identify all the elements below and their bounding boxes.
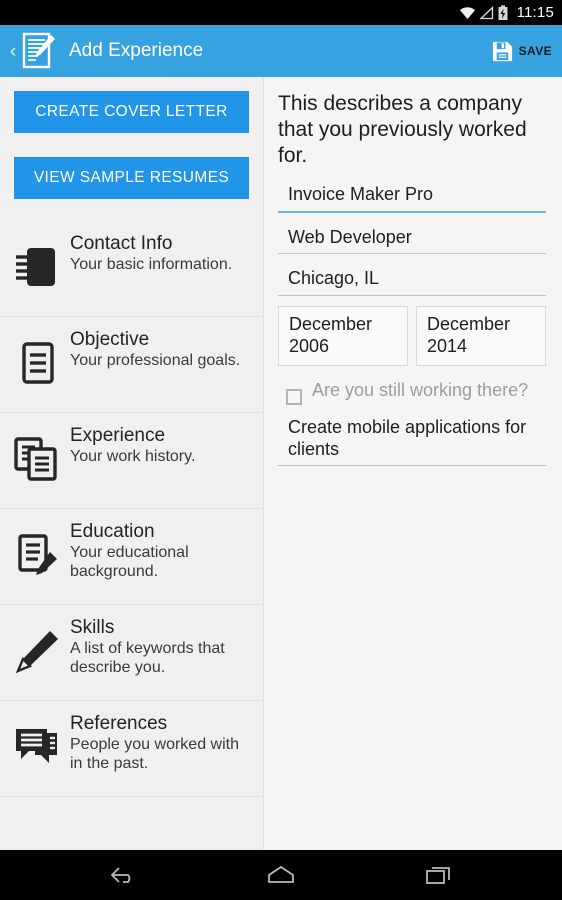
sidebar-item-objective[interactable]: Objective Your professional goals. (0, 317, 263, 413)
description-field[interactable]: Create mobile applications for clients (278, 413, 546, 466)
document-lines-icon (10, 335, 66, 391)
end-date-value: December 2014 (427, 313, 511, 357)
main-content: CREATE COVER LETTER VIEW SAMPLE RESUMES (0, 77, 562, 875)
nav-home-button[interactable] (257, 855, 305, 895)
sidebar-item-title: References (70, 713, 168, 734)
sidebar-item-title: Experience (70, 425, 166, 446)
view-sample-resumes-button[interactable]: VIEW SAMPLE RESUMES (14, 157, 249, 199)
company-field[interactable]: Invoice Maker Pro (278, 180, 546, 213)
sidebar-item-title: Objective (70, 329, 150, 350)
date-range-group: December 2006 December 2014 (278, 305, 546, 366)
location-field[interactable]: Chicago, IL (278, 264, 546, 296)
battery-charging-icon (498, 4, 508, 20)
document-pencil-icon (22, 32, 55, 69)
job-title-field-value: Web Developer (288, 226, 412, 247)
sidebar-item-title: Contact Info (70, 233, 173, 254)
signal-icon (478, 5, 493, 19)
sidebar-item-text: References People you worked with in the… (66, 713, 253, 774)
sidebar-item-text: Education Your educational background. (66, 521, 253, 582)
sidebar-item-references[interactable]: References People you worked with in the… (0, 701, 263, 797)
create-cover-letter-button[interactable]: CREATE COVER LETTER (14, 91, 249, 133)
sidebar-item-subtitle: Your basic information. (70, 255, 233, 273)
nav-back-button[interactable] (99, 855, 147, 895)
sidebar-item-subtitle: Your educational background. (70, 543, 189, 580)
experience-form: This describes a company that you previo… (264, 77, 562, 875)
sidebar-item-text: Objective Your professional goals. (66, 329, 253, 371)
address-book-icon (10, 239, 66, 295)
pencil-icon (10, 623, 66, 679)
floppy-disk-icon (492, 41, 512, 61)
save-button[interactable]: SAVE (491, 40, 552, 63)
sidebar-item-subtitle: People you worked with in the past. (70, 735, 239, 772)
wifi-icon (459, 6, 475, 19)
status-time: 11:15 (516, 4, 554, 21)
document-pencil-icon (10, 527, 66, 583)
save-button-label: SAVE (518, 44, 552, 58)
back-arrow-icon (110, 867, 131, 883)
sidebar-item-experience[interactable]: Experience Your work history. (0, 413, 263, 509)
sidebar-item-text: Contact Info Your basic information. (66, 233, 253, 275)
app-bar: ‹ Add Experience SAVE (0, 25, 562, 77)
sidebar-item-skills[interactable]: Skills A list of keywords that describe … (0, 605, 263, 701)
sidebar: CREATE COVER LETTER VIEW SAMPLE RESUMES (0, 77, 264, 875)
nav-recents-button[interactable] (415, 855, 463, 895)
android-navigation-bar (0, 850, 562, 900)
stacked-documents-icon (10, 431, 66, 487)
home-icon (268, 865, 294, 883)
location-field-value: Chicago, IL (288, 268, 380, 289)
back-chevron-icon[interactable]: ‹ (6, 42, 20, 61)
job-title-field[interactable]: Web Developer (278, 223, 546, 255)
company-field-value: Invoice Maker Pro (288, 184, 434, 205)
end-date-picker[interactable]: December 2014 (416, 305, 546, 366)
recents-icon (426, 867, 450, 884)
speech-bubbles-icon (10, 719, 66, 775)
sidebar-item-subtitle: Your professional goals. (70, 351, 241, 369)
sidebar-item-title: Education (70, 521, 155, 542)
sidebar-list: Contact Info Your basic information. Obj… (0, 221, 263, 797)
start-date-value: December 2006 (289, 313, 373, 357)
sidebar-item-text: Experience Your work history. (66, 425, 253, 467)
app-root: 11:15 ‹ Add Experience SAVE CREATE COVER… (0, 0, 562, 900)
still-working-row[interactable]: Are you still working there? (278, 374, 546, 409)
still-working-label: Are you still working there? (312, 379, 529, 400)
description-field-value: Create mobile applications for clients (288, 416, 527, 460)
sidebar-item-contact-info[interactable]: Contact Info Your basic information. (0, 221, 263, 317)
sidebar-item-education[interactable]: Education Your educational background. (0, 509, 263, 605)
page-title: Add Experience (69, 40, 204, 61)
start-date-picker[interactable]: December 2006 (278, 305, 408, 366)
status-icon-group (459, 4, 509, 21)
still-working-checkbox[interactable] (286, 388, 302, 405)
sidebar-item-subtitle: Your work history. (70, 447, 196, 465)
sidebar-item-text: Skills A list of keywords that describe … (66, 617, 253, 678)
status-bar: 11:15 (0, 0, 562, 25)
sidebar-item-subtitle: A list of keywords that describe you. (70, 639, 225, 676)
form-description: This describes a company that you previo… (278, 92, 527, 167)
sidebar-item-title: Skills (70, 617, 115, 638)
